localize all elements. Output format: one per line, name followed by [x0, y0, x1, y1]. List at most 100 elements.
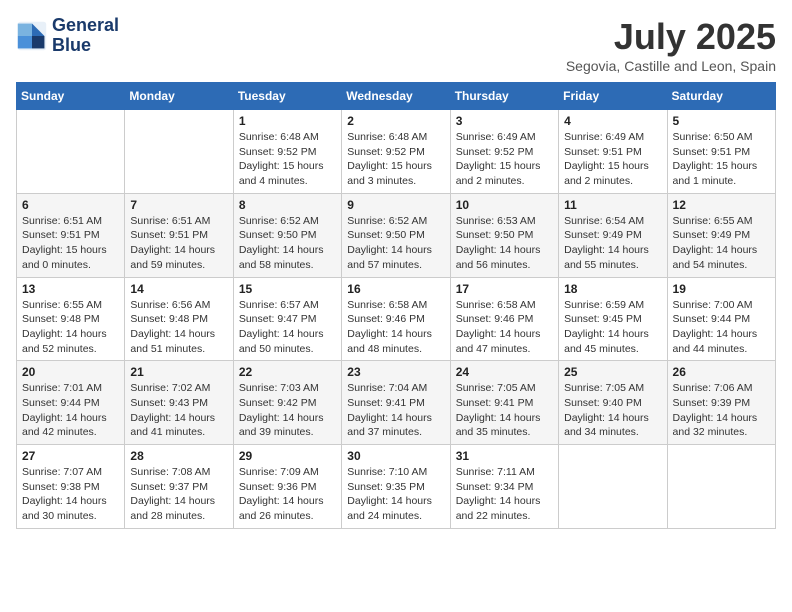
day-number: 5 — [673, 114, 770, 128]
calendar-cell — [125, 110, 233, 194]
calendar-cell: 22 Sunrise: 7:03 AMSunset: 9:42 PMDayligh… — [233, 361, 341, 445]
day-info: Sunrise: 7:10 AMSunset: 9:35 PMDaylight:… — [347, 465, 444, 524]
day-number: 24 — [456, 365, 553, 379]
day-number: 7 — [130, 198, 227, 212]
day-info: Sunrise: 6:58 AMSunset: 9:46 PMDaylight:… — [456, 298, 553, 357]
day-number: 18 — [564, 282, 661, 296]
calendar-cell: 20Sunrise: 7:01 AMSunset: 9:44 PMDayligh… — [17, 361, 125, 445]
day-number: 22 — [239, 365, 336, 379]
day-header-wednesday: Wednesday — [342, 83, 450, 110]
calendar-cell: 10 Sunrise: 6:53 AMSunset: 9:50 PMDayligh… — [450, 193, 558, 277]
calendar-cell: 7Sunrise: 6:51 AMSunset: 9:51 PMDaylight… — [125, 193, 233, 277]
calendar-cell: 12Sunrise: 6:55 AMSunset: 9:49 PMDayligh… — [667, 193, 775, 277]
day-info: Sunrise: 6:49 AMSunset: 9:51 PMDaylight:… — [564, 130, 661, 189]
day-header-monday: Monday — [125, 83, 233, 110]
day-number: 16 — [347, 282, 444, 296]
calendar-cell: 19 Sunrise: 7:00 AMSunset: 9:44 PMDayligh… — [667, 277, 775, 361]
calendar-cell: 23 Sunrise: 7:04 AMSunset: 9:41 PMDayligh… — [342, 361, 450, 445]
day-info: Sunrise: 6:55 AMSunset: 9:48 PMDaylight:… — [22, 298, 119, 357]
day-number: 8 — [239, 198, 336, 212]
calendar-week-2: 6 Sunrise: 6:51 AMSunset: 9:51 PMDaylight… — [17, 193, 776, 277]
day-number: 19 — [673, 282, 770, 296]
day-number: 1 — [239, 114, 336, 128]
day-info: Sunrise: 6:52 AMSunset: 9:50 PMDaylight:… — [347, 214, 444, 273]
day-info: Sunrise: 6:51 AMSunset: 9:51 PMDaylight:… — [22, 214, 119, 273]
title-area: July 2025 Segovia, Castille and Leon, Sp… — [566, 16, 776, 74]
day-number: 28 — [130, 449, 227, 463]
day-number: 21 — [130, 365, 227, 379]
day-info: Sunrise: 7:09 AMSunset: 9:36 PMDaylight:… — [239, 465, 336, 524]
day-number: 14 — [130, 282, 227, 296]
day-info: Sunrise: 6:59 AMSunset: 9:45 PMDaylight:… — [564, 298, 661, 357]
day-number: 26 — [673, 365, 770, 379]
calendar-cell: 26 Sunrise: 7:06 AMSunset: 9:39 PMDayligh… — [667, 361, 775, 445]
day-number: 6 — [22, 198, 119, 212]
day-info: Sunrise: 6:49 AMSunset: 9:52 PMDaylight:… — [456, 130, 553, 189]
day-number: 13 — [22, 282, 119, 296]
calendar-cell: 8 Sunrise: 6:52 AMSunset: 9:50 PMDaylight… — [233, 193, 341, 277]
day-number: 9 — [347, 198, 444, 212]
logo-icon — [16, 20, 48, 52]
day-number: 3 — [456, 114, 553, 128]
calendar-cell — [17, 110, 125, 194]
day-info: Sunrise: 6:52 AMSunset: 9:50 PMDaylight:… — [239, 214, 336, 273]
calendar-cell: 6 Sunrise: 6:51 AMSunset: 9:51 PMDaylight… — [17, 193, 125, 277]
day-number: 17 — [456, 282, 553, 296]
day-header-friday: Friday — [559, 83, 667, 110]
day-info: Sunrise: 6:57 AMSunset: 9:47 PMDaylight:… — [239, 298, 336, 357]
day-info: Sunrise: 6:53 AMSunset: 9:50 PMDaylight:… — [456, 214, 553, 273]
logo-text: General Blue — [52, 16, 119, 56]
calendar-cell: 5 Sunrise: 6:50 AMSunset: 9:51 PMDaylight… — [667, 110, 775, 194]
calendar-table: SundayMondayTuesdayWednesdayThursdayFrid… — [16, 82, 776, 529]
calendar-cell: 2 Sunrise: 6:48 AMSunset: 9:52 PMDaylight… — [342, 110, 450, 194]
calendar-cell: 9 Sunrise: 6:52 AMSunset: 9:50 PMDaylight… — [342, 193, 450, 277]
day-info: Sunrise: 7:04 AMSunset: 9:41 PMDaylight:… — [347, 381, 444, 440]
calendar-cell: 28 Sunrise: 7:08 AMSunset: 9:37 PMDayligh… — [125, 445, 233, 529]
calendar-week-1: 1 Sunrise: 6:48 AMSunset: 9:52 PMDaylight… — [17, 110, 776, 194]
day-number: 2 — [347, 114, 444, 128]
calendar-cell: 31 Sunrise: 7:11 AMSunset: 9:34 PMDayligh… — [450, 445, 558, 529]
calendar-cell: 15 Sunrise: 6:57 AMSunset: 9:47 PMDayligh… — [233, 277, 341, 361]
day-number: 23 — [347, 365, 444, 379]
day-info: Sunrise: 6:58 AMSunset: 9:46 PMDaylight:… — [347, 298, 444, 357]
day-number: 29 — [239, 449, 336, 463]
day-info: Sunrise: 7:07 AMSunset: 9:38 PMDaylight:… — [22, 465, 119, 524]
calendar-cell: 18 Sunrise: 6:59 AMSunset: 9:45 PMDayligh… — [559, 277, 667, 361]
day-info: Sunrise: 7:01 AMSunset: 9:44 PMDaylight:… — [22, 381, 119, 440]
location: Segovia, Castille and Leon, Spain — [566, 58, 776, 74]
calendar-cell: 27Sunrise: 7:07 AMSunset: 9:38 PMDayligh… — [17, 445, 125, 529]
day-info: Sunrise: 6:48 AMSunset: 9:52 PMDaylight:… — [347, 130, 444, 189]
calendar-cell: 13 Sunrise: 6:55 AMSunset: 9:48 PMDayligh… — [17, 277, 125, 361]
calendar-cell: 25Sunrise: 7:05 AMSunset: 9:40 PMDayligh… — [559, 361, 667, 445]
day-info: Sunrise: 6:50 AMSunset: 9:51 PMDaylight:… — [673, 130, 770, 189]
day-number: 10 — [456, 198, 553, 212]
day-info: Sunrise: 7:02 AMSunset: 9:43 PMDaylight:… — [130, 381, 227, 440]
day-number: 31 — [456, 449, 553, 463]
day-info: Sunrise: 6:56 AMSunset: 9:48 PMDaylight:… — [130, 298, 227, 357]
day-info: Sunrise: 7:05 AMSunset: 9:41 PMDaylight:… — [456, 381, 553, 440]
calendar-cell — [559, 445, 667, 529]
calendar-cell: 24 Sunrise: 7:05 AMSunset: 9:41 PMDayligh… — [450, 361, 558, 445]
day-header-tuesday: Tuesday — [233, 83, 341, 110]
day-number: 15 — [239, 282, 336, 296]
day-info: Sunrise: 7:06 AMSunset: 9:39 PMDaylight:… — [673, 381, 770, 440]
logo: General Blue — [16, 16, 119, 56]
calendar-cell: 16 Sunrise: 6:58 AMSunset: 9:46 PMDayligh… — [342, 277, 450, 361]
day-info: Sunrise: 7:11 AMSunset: 9:34 PMDaylight:… — [456, 465, 553, 524]
day-info: Sunrise: 7:05 AMSunset: 9:40 PMDaylight:… — [564, 381, 661, 440]
month-year: July 2025 — [566, 16, 776, 58]
calendar-cell: 1Sunrise: 6:48 AMSunset: 9:52 PMDaylight… — [233, 110, 341, 194]
calendar-week-3: 13 Sunrise: 6:55 AMSunset: 9:48 PMDayligh… — [17, 277, 776, 361]
day-info: Sunrise: 7:03 AMSunset: 9:42 PMDaylight:… — [239, 381, 336, 440]
day-header-saturday: Saturday — [667, 83, 775, 110]
calendar-cell: 17 Sunrise: 6:58 AMSunset: 9:46 PMDayligh… — [450, 277, 558, 361]
day-info: Sunrise: 7:08 AMSunset: 9:37 PMDaylight:… — [130, 465, 227, 524]
calendar-cell: 29 Sunrise: 7:09 AMSunset: 9:36 PMDayligh… — [233, 445, 341, 529]
day-info: Sunrise: 7:00 AMSunset: 9:44 PMDaylight:… — [673, 298, 770, 357]
day-number: 12 — [673, 198, 770, 212]
day-header-thursday: Thursday — [450, 83, 558, 110]
calendar-cell: 14 Sunrise: 6:56 AMSunset: 9:48 PMDayligh… — [125, 277, 233, 361]
day-number: 11 — [564, 198, 661, 212]
page-header: General Blue July 2025 Segovia, Castille… — [16, 16, 776, 74]
day-number: 4 — [564, 114, 661, 128]
